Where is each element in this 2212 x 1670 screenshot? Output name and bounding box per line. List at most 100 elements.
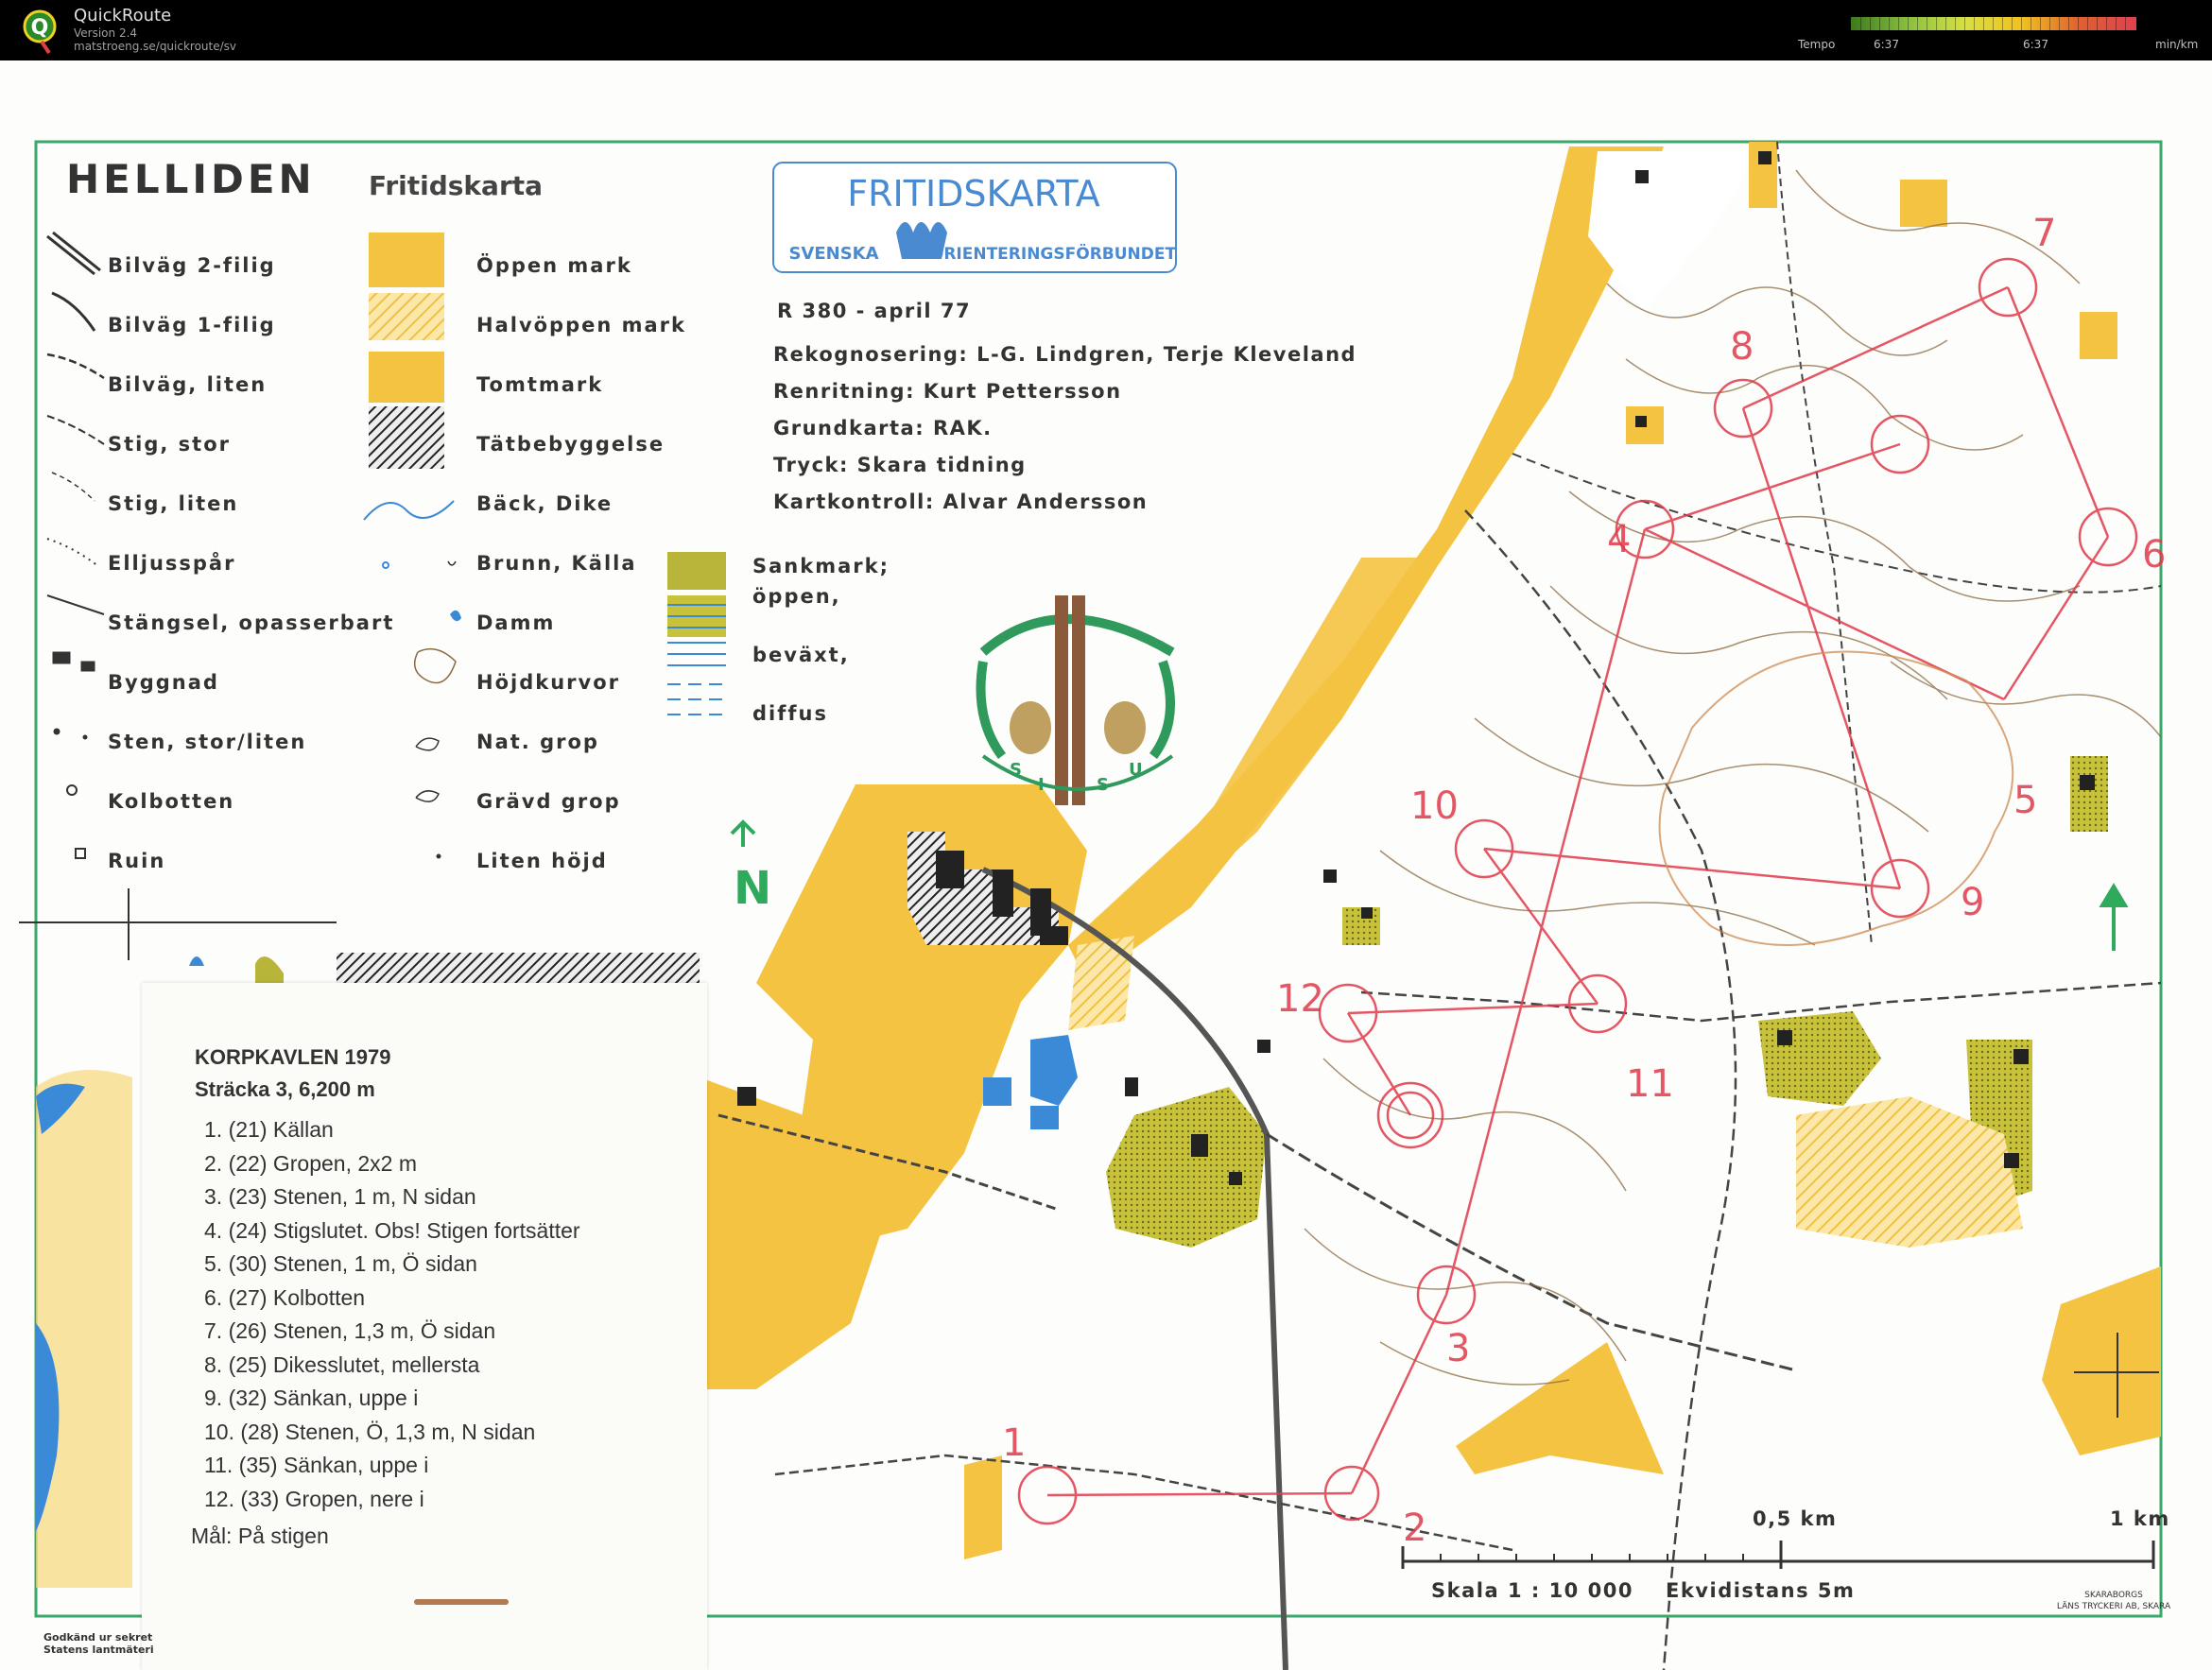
- credit-line-3: Grundkarta: RAK.: [773, 417, 993, 439]
- legend-item-22: Liten höjd: [476, 850, 608, 872]
- sisu-logo-icon: S I S U: [976, 595, 1175, 805]
- control-number-9: 9: [1961, 881, 1984, 924]
- control-number-10: 10: [1410, 784, 1459, 828]
- map-title: HELLIDEN: [66, 156, 316, 202]
- control-number-2: 2: [1403, 1506, 1426, 1550]
- app-url[interactable]: matstroeng.se/quickroute/sv: [74, 40, 236, 53]
- legend-item-9: Sten, stor/liten: [108, 731, 306, 753]
- legend-item-11: Ruin: [108, 850, 165, 872]
- tempo-color-scale[interactable]: [1851, 17, 2136, 30]
- control-number-12: 12: [1276, 977, 1324, 1021]
- legend-marsh-4: diffus: [752, 702, 828, 725]
- legend-column-2: Öppen mark Halvöppen mark Tomtmark Tätbebyg…: [476, 253, 686, 872]
- legend-marsh-2: öppen,: [752, 585, 841, 608]
- tempo-min-value: 6:37: [1874, 38, 1899, 51]
- legend-marsh-3: beväxt,: [752, 644, 850, 666]
- tempo-unit: min/km: [2155, 38, 2199, 51]
- tempo-label: Tempo: [1798, 38, 1836, 51]
- control-description-12: 12. (33) Gropen, nere i: [204, 1486, 424, 1511]
- legend-column-1: Bilväg 2-filig Bilväg 1-filig Bilväg, lite…: [108, 254, 394, 872]
- legend-item-16: Bäck, Dike: [476, 492, 613, 515]
- control-number-6: 6: [2142, 533, 2166, 577]
- map-subtitle: Fritidskarta: [369, 170, 543, 201]
- legend-swatch-semi-open: [369, 293, 444, 340]
- course-subtitle: Sträcka 3, 6,200 m: [195, 1077, 375, 1101]
- legend-item-7: Stängsel, opasserbart: [108, 611, 394, 634]
- control-description-9: 9. (32) Sänkan, uppe i: [204, 1386, 419, 1410]
- legend-item-21: Grävd grop: [476, 790, 621, 813]
- control-description-4: 4. (24) Stigslutet. Obs! Stigen fortsätt…: [204, 1217, 580, 1243]
- control-description-card: KORPKAVLEN 1979 Sträcka 3, 6,200 m 1. (2…: [142, 983, 707, 1670]
- map-edition: R 380 - april 77: [777, 300, 971, 322]
- credit-line-1: Rekognosering: L-G. Lindgren, Terje Klev…: [773, 343, 1357, 366]
- badge-right: ORIENTERINGSFÖRBUNDET: [930, 243, 1177, 264]
- logo-letter-s1: S: [1010, 760, 1022, 780]
- credit-line-4: Tryck: Skara tidning: [773, 454, 1027, 476]
- legend-item-12: Öppen mark: [476, 253, 632, 277]
- legend-item-2: Bilväg 1-filig: [108, 314, 276, 336]
- app-title: QuickRoute: [74, 6, 172, 26]
- control-number-5: 5: [2013, 779, 2037, 822]
- legend-item-3: Bilväg, liten: [108, 373, 267, 396]
- north-arrow-icon: [730, 819, 756, 847]
- scale-bar: [1401, 1541, 2155, 1569]
- quickroute-logo-icon: Q: [23, 9, 57, 55]
- logo-letter-i: I: [1038, 775, 1045, 795]
- legend-symbols: [46, 231, 105, 859]
- legend-item-15: Tätbebyggelse: [476, 433, 665, 456]
- app-version: Version 2.4: [74, 26, 138, 40]
- control-description-8: 8. (25) Dikesslutet, mellersta: [204, 1351, 480, 1377]
- scale-full-label: 1 km: [2110, 1507, 2170, 1530]
- control-number-11: 11: [1626, 1062, 1674, 1106]
- staple-icon: [414, 1599, 509, 1605]
- map-credits: Rekognosering: L-G. Lindgren, Terje Klev…: [773, 343, 1357, 513]
- credit-line-5: Kartkontroll: Alvar Andersson: [773, 491, 1148, 513]
- legend-swatch-lot: [369, 352, 444, 403]
- scale-text: Skala 1 : 10 000: [1431, 1579, 1633, 1602]
- control-description-6: 6. (27) Kolbotten: [204, 1284, 366, 1310]
- legend-item-1: Bilväg 2-filig: [108, 254, 276, 277]
- legend-column-3: Sankmark; öppen, beväxt, diffus: [752, 555, 888, 725]
- control-list: 1. (21) Källan 2. (22) Gropen, 2x2 m 3. (2…: [204, 1113, 580, 1516]
- logo-letter-u: U: [1129, 760, 1143, 780]
- course-title: KORPKAVLEN 1979: [195, 1045, 391, 1069]
- control-description-11: 11. (35) Sänkan, uppe i: [204, 1453, 429, 1477]
- tempo-max-value: 6:37: [2023, 38, 2048, 51]
- control-number-4: 4: [1607, 518, 1631, 561]
- approval-note: Godkänd ur sekret Statens lantmäteri: [43, 1631, 154, 1656]
- course-finish: Mål: På stigen: [191, 1524, 329, 1548]
- approval-line-2: Statens lantmäteri: [43, 1644, 154, 1656]
- svg-text:Q: Q: [31, 16, 49, 40]
- control-description-2: 2. (22) Gropen, 2x2 m: [204, 1150, 417, 1176]
- legend-item-14: Tomtmark: [476, 373, 603, 396]
- control-number-3: 3: [1446, 1327, 1470, 1370]
- printer-line-1: SKARABORGS: [2084, 1591, 2143, 1600]
- legend-item-17: Brunn, Källa: [476, 552, 637, 575]
- legend-item-19: Höjdkurvor: [476, 671, 620, 694]
- crown-icon: [896, 222, 947, 259]
- pond: [1030, 1035, 1078, 1106]
- control-number-7: 7: [2032, 212, 2056, 255]
- legend-item-20: Nat. grop: [476, 731, 599, 753]
- control-description-10: 10. (28) Stenen, Ö, 1,3 m, N sidan: [204, 1419, 536, 1444]
- north-label: N: [734, 862, 771, 915]
- legend-item-5: Stig, liten: [108, 492, 238, 515]
- control-description-3: 3. (23) Stenen, 1 m, N sidan: [204, 1184, 476, 1209]
- legend-swatch-built: [369, 406, 444, 469]
- printer-line-2: LÄNS TRYCKERI AB, SKARA: [2057, 1601, 2171, 1611]
- legend-item-18: Damm: [476, 611, 555, 634]
- legend-item-6: Elljusspår: [108, 551, 235, 575]
- legend-item-13: Halvöppen mark: [476, 314, 686, 336]
- legend-item-4: Stig, stor: [108, 433, 231, 456]
- app-header: Q QuickRoute Version 2.4 matstroeng.se/q…: [0, 0, 2212, 60]
- badge-left: SVENSKA: [788, 244, 878, 264]
- legend-swatch-open: [369, 232, 444, 287]
- legend-item-8: Byggnad: [108, 671, 219, 694]
- logo-letter-s2: S: [1097, 775, 1109, 795]
- badge-title: FRITIDSKARTA: [847, 173, 1099, 215]
- approval-line-1: Godkänd ur sekret: [43, 1631, 153, 1644]
- legend-swatch-marsh: [667, 552, 726, 590]
- control-number-1: 1: [1002, 1421, 1026, 1465]
- control-number-8: 8: [1730, 325, 1754, 369]
- crosshair-left: [19, 888, 337, 960]
